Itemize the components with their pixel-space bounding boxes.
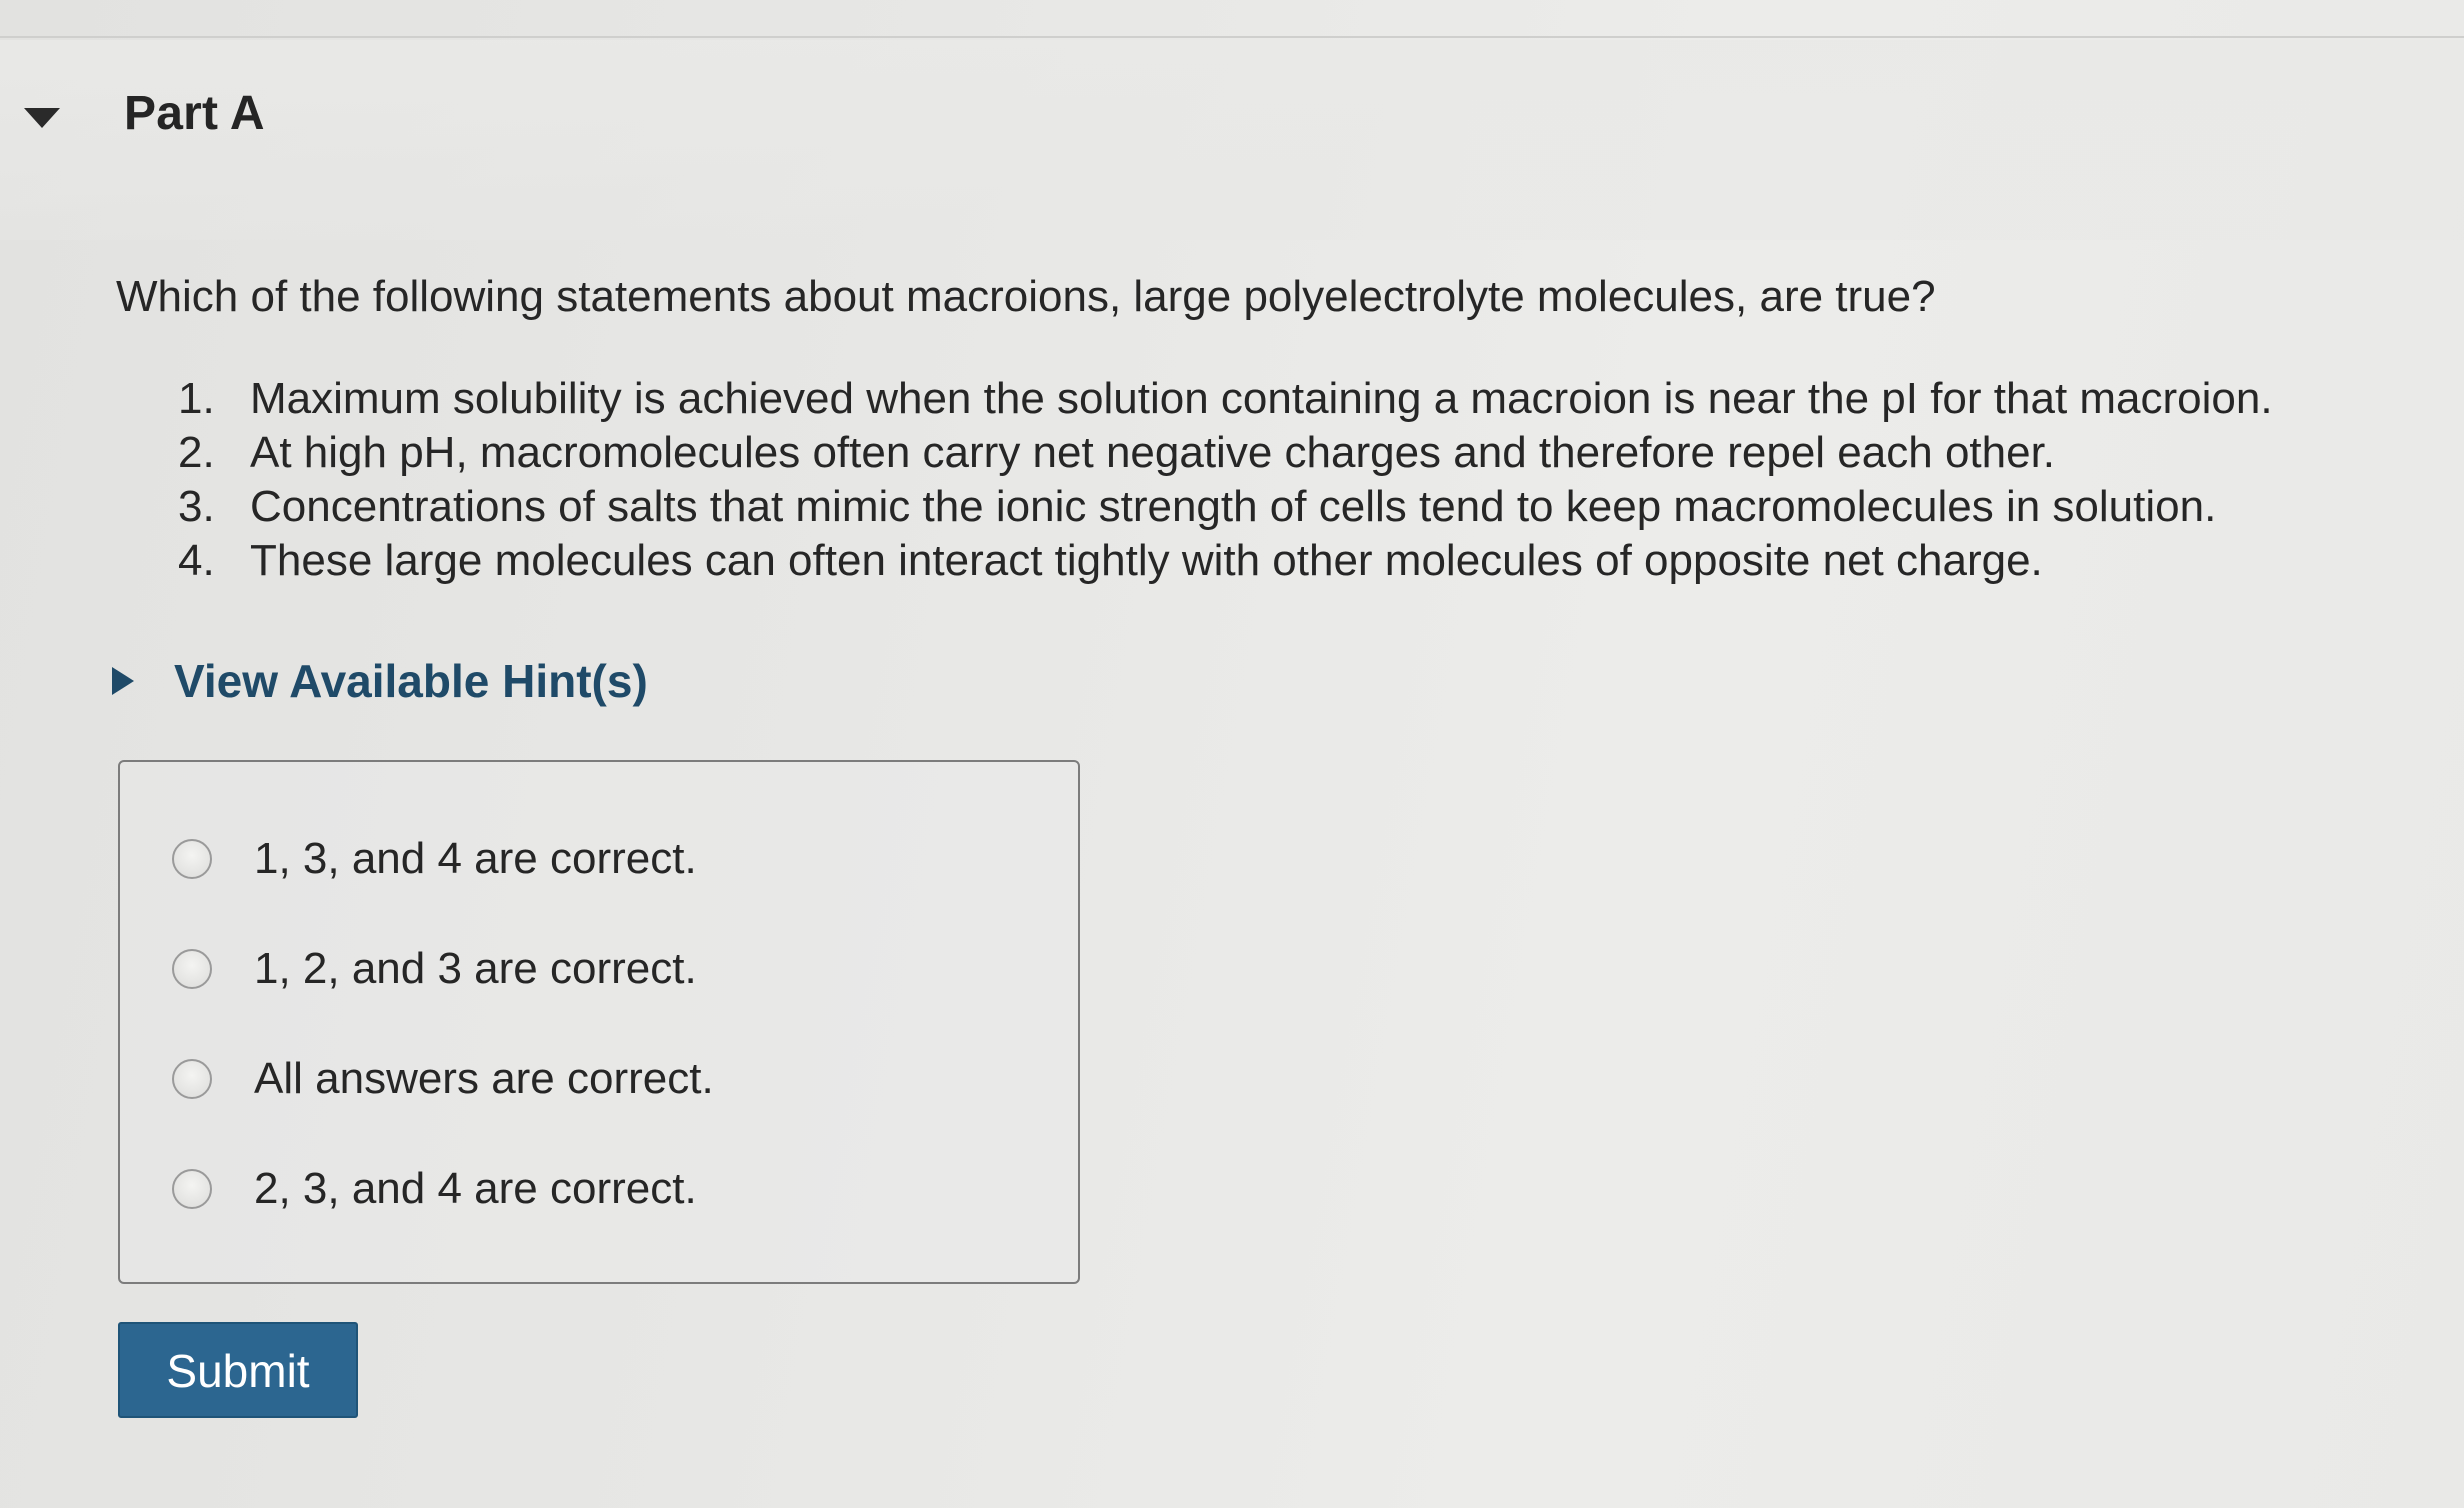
top-divider	[0, 36, 2464, 38]
statement-number: 2.	[178, 428, 215, 477]
radio-button[interactable]	[172, 1169, 212, 1209]
question-prompt: Which of the following statements about …	[116, 272, 1936, 321]
statement-text: At high pH, macromolecules often carry n…	[250, 428, 2056, 477]
radio-button[interactable]	[172, 839, 212, 879]
view-hints-label: View Available Hint(s)	[174, 655, 648, 707]
view-hints-link[interactable]: View Available Hint(s)	[108, 654, 648, 708]
statement-number: 3.	[178, 482, 215, 531]
statement-text: Maximum solubility is achieved when the …	[250, 374, 2273, 423]
statement-item: 1. Maximum solubility is achieved when t…	[178, 372, 2273, 426]
collapse-part-toggle[interactable]	[22, 104, 62, 132]
statement-number: 4.	[178, 536, 215, 585]
submit-button[interactable]: Submit	[118, 1322, 358, 1418]
answer-option[interactable]: All answers are correct.	[172, 1054, 714, 1104]
answer-option-label: 2, 3, and 4 are correct.	[254, 1164, 697, 1213]
radio-button[interactable]	[172, 1059, 212, 1099]
answer-option-label: All answers are correct.	[254, 1054, 714, 1103]
answer-option[interactable]: 1, 3, and 4 are correct.	[172, 834, 697, 884]
statement-text: Concentrations of salts that mimic the i…	[250, 482, 2217, 531]
caret-right-icon	[112, 667, 134, 695]
radio-button[interactable]	[172, 949, 212, 989]
statement-number: 1.	[178, 374, 215, 423]
statement-item: 2. At high pH, macromolecules often carr…	[178, 426, 2273, 480]
answer-option[interactable]: 2, 3, and 4 are correct.	[172, 1164, 697, 1214]
statement-item: 4. These large molecules can often inter…	[178, 534, 2273, 588]
part-header	[0, 40, 2464, 240]
answer-option-label: 1, 3, and 4 are correct.	[254, 834, 697, 883]
part-title: Part A	[124, 87, 265, 140]
statement-text: These large molecules can often interact…	[250, 536, 2043, 585]
answer-option-label: 1, 2, and 3 are correct.	[254, 944, 697, 993]
answer-option[interactable]: 1, 2, and 3 are correct.	[172, 944, 697, 994]
statement-item: 3. Concentrations of salts that mimic th…	[178, 480, 2273, 534]
answer-choices: 1, 3, and 4 are correct. 1, 2, and 3 are…	[118, 760, 1080, 1284]
caret-down-icon	[24, 108, 60, 128]
statement-list: 1. Maximum solubility is achieved when t…	[178, 372, 2273, 588]
